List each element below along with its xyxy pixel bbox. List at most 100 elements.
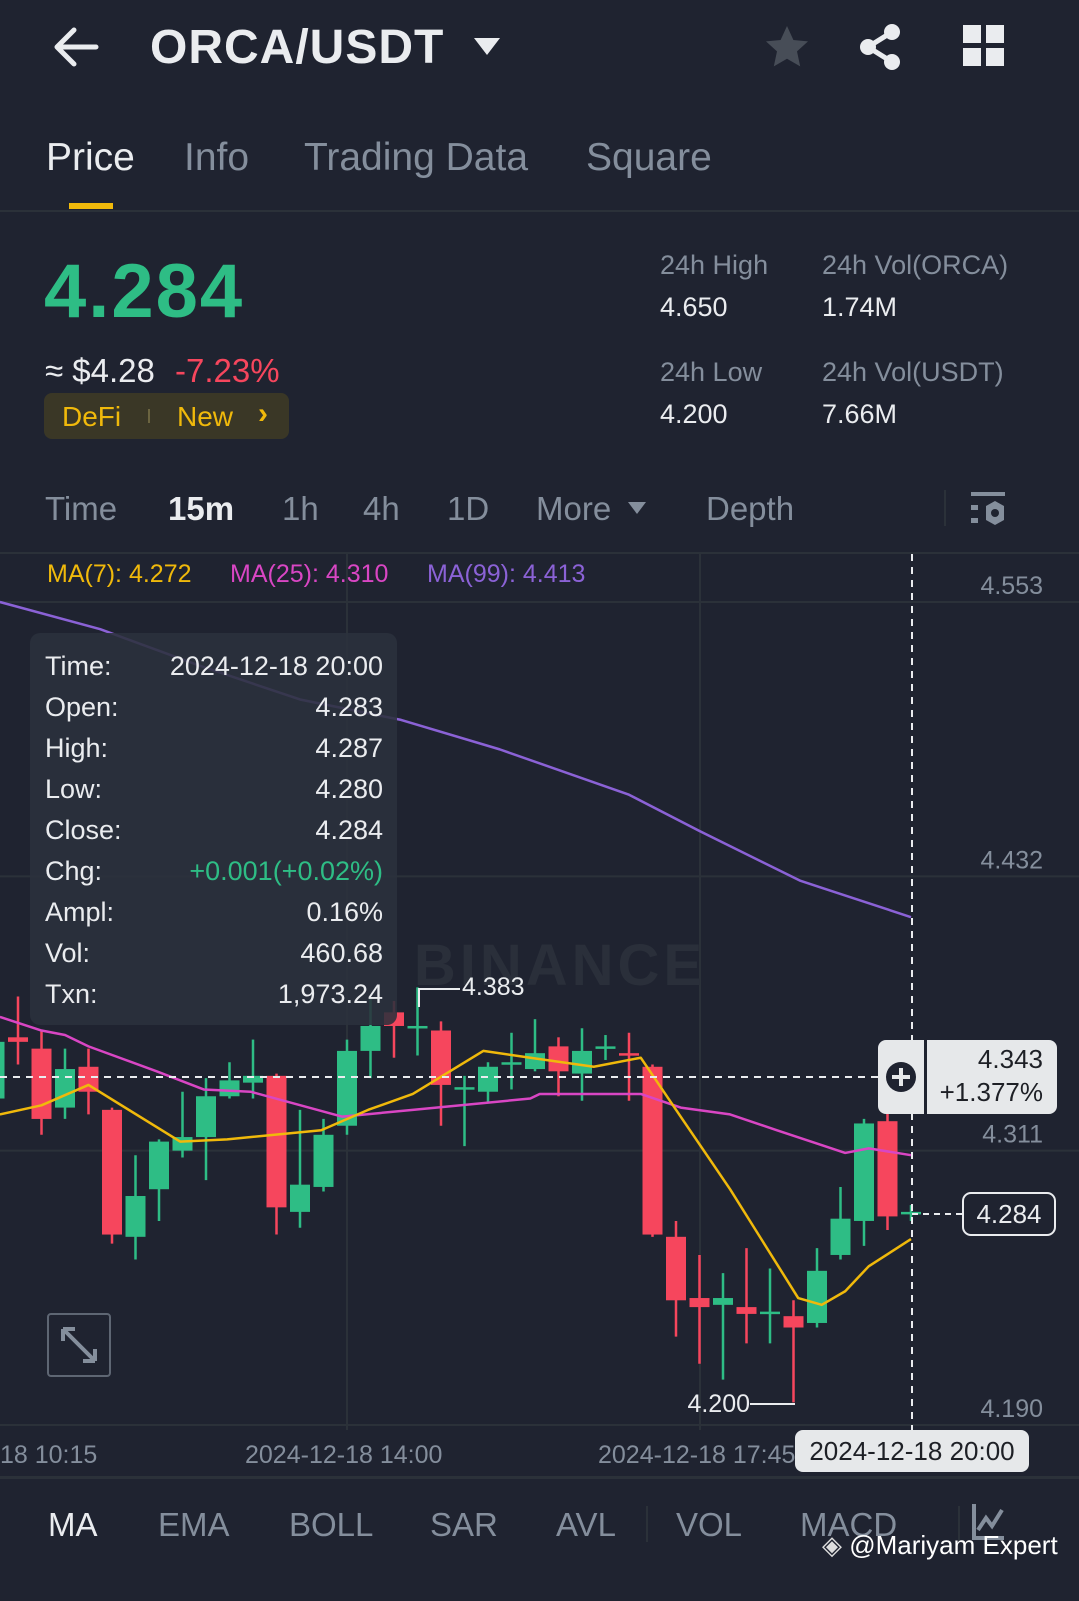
candle: [219, 1062, 240, 1099]
candle-body: [830, 1218, 851, 1255]
current-price-tag: 4.284: [962, 1192, 1056, 1236]
crosshair-price: 4.343: [977, 1044, 1043, 1074]
expand-icon: [61, 1327, 97, 1363]
add-order-icon[interactable]: [886, 1062, 916, 1092]
candle-body: [454, 1087, 475, 1090]
tooltip-value: 0.16%: [306, 897, 383, 927]
candle: [642, 1064, 663, 1237]
candle: [478, 1062, 498, 1104]
candle: [78, 1048, 99, 1115]
candle-body: [501, 1062, 522, 1065]
tooltip-label: Open:: [45, 692, 119, 722]
candle: [736, 1248, 757, 1344]
candle-body: [8, 1037, 28, 1042]
candle: [595, 1035, 616, 1060]
candle: [501, 1032, 522, 1090]
candle-body: [478, 1066, 498, 1092]
candle: [102, 1107, 122, 1244]
tooltip-row: Open: 4.283: [45, 692, 383, 723]
indicator-avl[interactable]: AVL: [556, 1506, 616, 1544]
candle-body: [525, 1053, 545, 1070]
candles: [0, 987, 921, 1403]
candle-body: [760, 1311, 780, 1315]
candle-body: [807, 1270, 827, 1323]
candle-body: [689, 1298, 710, 1308]
candle: [290, 1109, 310, 1228]
x-tick-2: 2024-12-18 17:45: [598, 1441, 796, 1469]
tooltip-value: 1,973.24: [277, 979, 383, 1009]
x-tick-1: 2024-12-18 14:00: [245, 1441, 443, 1469]
candle: [454, 1075, 475, 1147]
crosshair-price-tag[interactable]: 4.343 +1.377%: [878, 1040, 1057, 1114]
indicator-ma[interactable]: MA: [48, 1506, 98, 1544]
candle-body: [407, 1025, 428, 1029]
tooltip-row: Low: 4.280: [45, 774, 383, 805]
candle-body: [572, 1050, 592, 1074]
candle: [666, 1220, 686, 1337]
high-marker-label: 4.383: [462, 973, 525, 1001]
tooltip-label: Ampl:: [45, 897, 115, 927]
candle-body: [595, 1046, 616, 1049]
tooltip-label: Txn:: [45, 979, 98, 1009]
divider: [924, 1040, 927, 1114]
candle-body: [854, 1123, 874, 1221]
tooltip-row: Ampl: 0.16%: [45, 897, 383, 928]
ma99-legend: MA(99): 4.413: [427, 560, 586, 588]
candle: [149, 1139, 169, 1221]
indicator-sar[interactable]: SAR: [430, 1506, 498, 1544]
tooltip-label: Close:: [45, 815, 122, 845]
candle: [830, 1186, 851, 1260]
candle-body: [313, 1134, 334, 1187]
tooltip-label: High:: [45, 733, 109, 763]
candle-body: [0, 1041, 5, 1099]
tooltip-label: Vol:: [45, 938, 91, 968]
tooltip-value: 460.68: [300, 938, 383, 968]
candle: [125, 1155, 146, 1260]
candle: [55, 1048, 75, 1119]
candle: [196, 1078, 216, 1181]
y-tick-label: 4.432: [980, 846, 1043, 874]
candle-body: [877, 1121, 898, 1217]
candle-body: [31, 1048, 52, 1119]
y-tick-label: 4.190: [980, 1395, 1043, 1423]
tooltip-value: +0.001(+0.02%): [189, 856, 383, 886]
candle: [713, 1273, 733, 1380]
candle-body: [666, 1236, 686, 1301]
low-marker-label: 4.200: [687, 1390, 750, 1418]
indicator-ema[interactable]: EMA: [158, 1506, 230, 1544]
tooltip-row: High: 4.287: [45, 733, 383, 764]
candle: [525, 1019, 545, 1072]
candle: [548, 1037, 569, 1097]
tooltip-label: Low:: [45, 774, 103, 804]
ma7-legend: MA(7): 4.272: [47, 560, 192, 588]
candle: [807, 1248, 827, 1328]
x-tick-0: 18 10:15: [0, 1441, 98, 1469]
ohlc-tooltip: Time: 2024-12-18 20:00 Open: 4.283 High: 4.28…: [30, 633, 397, 1025]
crosshair-pct: +1.377%: [939, 1077, 1043, 1107]
crosshair-time-tag: 2024-12-18 20:00: [795, 1430, 1029, 1472]
tooltip-row: Chg: +0.001(+0.02%): [45, 856, 383, 887]
candle-body: [125, 1196, 146, 1237]
candle-body: [360, 1025, 381, 1051]
candle-body: [102, 1109, 122, 1235]
candle: [854, 1118, 874, 1246]
candle: [337, 1039, 357, 1135]
tooltip-value: 4.283: [315, 692, 383, 722]
tooltip-label: Chg:: [45, 856, 103, 886]
credit-watermark: ◈ @Mariyam Expert: [822, 1530, 1058, 1561]
candle: [172, 1091, 193, 1158]
candle-body: [783, 1316, 804, 1328]
candle-body: [196, 1096, 216, 1138]
candle: [783, 1300, 804, 1403]
indicator-vol[interactable]: VOL: [676, 1506, 742, 1544]
tooltip-value: 4.287: [315, 733, 383, 763]
tooltip-value: 4.280: [315, 774, 383, 804]
candle: [8, 996, 28, 1065]
tooltip-label: Time:: [45, 651, 112, 681]
indicator-boll[interactable]: BOLL: [289, 1506, 373, 1544]
ma25-legend: MA(25): 4.310: [230, 560, 389, 588]
tooltip-row: Txn: 1,973.24: [45, 979, 383, 1010]
ma25-line: [0, 1015, 912, 1157]
fullscreen-button[interactable]: [47, 1313, 111, 1377]
tooltip-value: 2024-12-18 20:00: [169, 651, 383, 681]
